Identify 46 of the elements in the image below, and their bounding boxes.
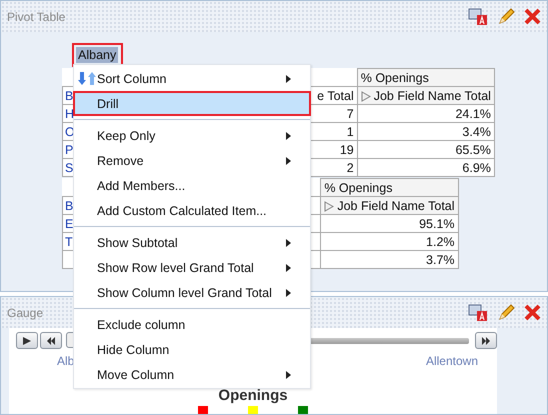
close-icon[interactable] [524, 8, 541, 25]
menu-item[interactable]: Show Column level Grand Total [74, 280, 310, 305]
rewind-button[interactable] [40, 332, 62, 349]
pencil-icon[interactable] [497, 304, 515, 322]
rewind-icon [46, 336, 56, 344]
submenu-arrow-icon [286, 264, 291, 272]
chart-title: Openings [217, 387, 289, 404]
submenu-arrow-icon [286, 75, 291, 83]
table-cell: 65.5% [357, 140, 494, 158]
column-member-label[interactable]: Albany [76, 47, 118, 63]
submenu-arrow-icon [286, 157, 291, 165]
column-header: Job Field Name Total [320, 196, 458, 214]
table-cell: 1.2% [320, 232, 458, 250]
menu-item[interactable]: Move Column [74, 362, 310, 387]
menu-item[interactable]: Drill [73, 91, 311, 116]
play-button[interactable] [16, 332, 38, 349]
submenu-arrow-icon [286, 289, 291, 297]
fast-forward-icon [481, 336, 492, 344]
panel-title: Gauge [7, 306, 44, 320]
table-cell: 3.4% [357, 122, 494, 140]
chart-window-icon[interactable] [468, 304, 488, 322]
menu-item[interactable]: Show Row level Grand Total [74, 255, 310, 280]
submenu-arrow-icon [286, 132, 291, 140]
expand-triangle-icon[interactable] [360, 90, 371, 102]
submenu-arrow-icon [286, 239, 291, 247]
slider-label: Allentown [426, 354, 478, 368]
column-header: % Openings [357, 68, 494, 86]
column-header: % Openings [320, 178, 458, 196]
play-icon [22, 336, 32, 344]
sort-arrows-icon [78, 71, 96, 86]
close-icon[interactable] [524, 304, 541, 321]
column-header: Job Field Name Total [357, 86, 494, 104]
table-cell: 24.1% [357, 104, 494, 122]
menu-item[interactable]: Hide Column [74, 337, 310, 362]
menu-item[interactable]: Add Custom Calculated Item... [74, 198, 310, 223]
pencil-icon[interactable] [497, 8, 515, 26]
submenu-arrow-icon [286, 371, 291, 379]
expand-triangle-icon[interactable] [324, 200, 334, 212]
chart-window-icon[interactable] [468, 8, 488, 26]
table-cell: 95.1% [320, 214, 458, 232]
fast-forward-button[interactable] [475, 332, 497, 349]
panel-title: Pivot Table [7, 10, 66, 24]
menu-item[interactable]: Show Subtotal [74, 230, 310, 255]
table-cell: 6.9% [357, 158, 494, 176]
table-cell: 3.7% [320, 250, 458, 268]
menu-item[interactable]: Exclude column [74, 312, 310, 337]
